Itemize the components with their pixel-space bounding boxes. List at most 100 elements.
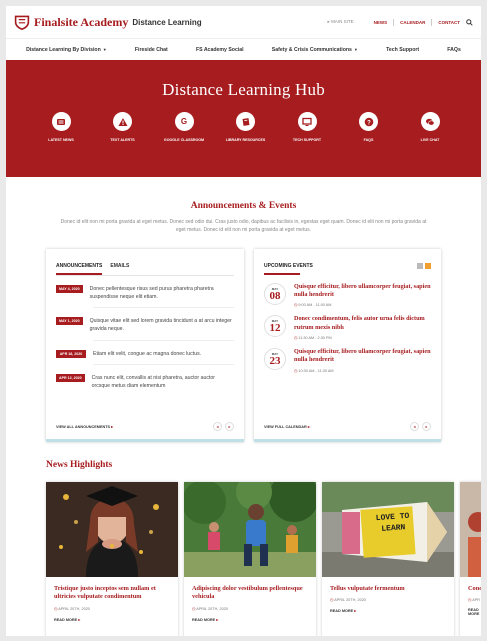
calendar-icon[interactable] [417,262,423,269]
svg-text:?: ? [367,120,371,126]
nav-item-fireside-chat[interactable]: Fireside Chat [135,47,168,53]
contact-link[interactable]: CONTACT [438,20,460,25]
news-card-title[interactable]: Cond [468,585,481,594]
brand-subtitle: Distance Learning [132,17,202,27]
shield-logo-icon [14,15,30,30]
chat-icon [420,112,440,131]
prev-arrow-icon[interactable]: ◂ [213,421,222,431]
news-card-date: ◷ APRIL 20TH, 2020 [192,606,308,611]
calendar-link[interactable]: CALENDAR [400,20,425,25]
quicklink-latest-news[interactable]: LATEST NEWS [36,112,86,142]
read-more-link[interactable]: READ MORE [468,608,481,616]
quicklink-label: GOOGLE CLASSROOM [163,138,205,142]
nav-label: FS Academy Social [195,46,244,53]
list-item[interactable]: MAY 4, 2020 Donec pellentesque risus sed… [46,284,244,302]
event-time: ◷ 10:30 AM - 11:30 AM [294,368,431,373]
news-card-title[interactable]: Adipiscing dolor vestibulum pellentesque… [192,585,308,602]
news-card[interactable]: Cond ◷ APR READ MORE [460,481,481,636]
quicklink-label: TEXT ALERTS [110,138,135,142]
nav-label: Distance Learning By Division [26,46,101,53]
quicklink-text-alerts[interactable]: TEXT ALERTS [98,112,148,142]
quicklink-library-resources[interactable]: LIBRARY RESOURCES [221,112,271,142]
list-item[interactable]: MAY 1, 2020 Quisque vitae elit sed lorem… [46,317,244,334]
link-label: VIEW FULL CALENDAR [264,424,307,429]
divider [56,274,234,276]
news-link[interactable]: NEWS [374,20,388,25]
announcement-text: Etiam elit velit, congue ac magna donec … [93,350,202,357]
question-icon: ? [359,112,378,131]
event-item[interactable]: MAY 12 Donec condimentum, felis autor ur… [254,315,441,340]
nav-item-tech-support[interactable]: Tech Support [386,47,419,53]
nav-item-safety[interactable]: Safety & Crisis Communications ▼ [272,47,358,53]
event-time-text: 9:00 AM - 11:00 AM [298,303,332,308]
monitor-icon [297,112,317,131]
section-title: Announcements & Events [190,201,297,211]
next-arrow-icon[interactable]: ▸ [225,421,234,431]
google-icon: G [174,112,194,131]
event-date: MAY 12 [264,315,286,338]
panel-footer: VIEW ALL ANNOUNCEMENTS ▸ ◂ ▸ [56,421,234,431]
quicklink-faqs[interactable]: ? FAQS [344,112,394,142]
news-date-text: APRIL 20TH, 2020 [334,598,366,602]
quicklink-live-chat[interactable]: LIVE CHAT [405,112,455,142]
event-day: 23 [269,354,281,367]
quicklink-google-classroom[interactable]: G GOOGLE CLASSROOM [159,112,209,142]
arrow-right-icon: ▸ [111,424,114,429]
event-item[interactable]: MAY 23 Quisque efficitur, libero ullamco… [254,347,441,373]
view-all-announcements-link[interactable]: VIEW ALL ANNOUNCEMENTS ▸ [56,424,113,429]
hero-banner: Distance Learning Hub LATEST NEWS TEXT A… [6,60,481,177]
prev-arrow-icon[interactable]: ◂ [410,421,419,431]
announcement-text: Donec pellentesque risus sed purus phare… [89,285,214,300]
read-more-link[interactable]: READ MORE ▸ [54,617,170,622]
list-item[interactable]: APR 12, 2020 Cras nunc elit, convallis a… [46,374,244,391]
news-card-date: ◷ APR [468,597,481,602]
quicklink-tech-support[interactable]: TECH SUPPORT [282,112,332,142]
news-image-partial [460,481,481,577]
main-site-label: MAIN SITE [331,19,354,24]
list-item[interactable]: APR 18, 2020 Etiam elit velit, congue ac… [46,349,244,358]
panel-footer: VIEW FULL CALENDAR ▸ ◂ ▸ [264,421,431,431]
main-site-link[interactable]: ▸ MAIN SITE [328,19,354,25]
alert-icon [113,112,132,131]
news-card[interactable]: Adipiscing dolor vestibulum pellentesque… [184,481,316,636]
event-title[interactable]: Quisque efficitur, libero ullamcorper fe… [294,283,431,300]
logo[interactable]: Finalsite Academy Distance Learning [14,14,202,30]
news-card[interactable]: LOVE TO LEARN Tellus vulputate fermentum… [322,481,454,636]
view-full-calendar-link[interactable]: VIEW FULL CALENDAR ▸ [264,424,310,429]
search-icon[interactable] [466,18,473,26]
news-date-text: APRIL 20TH, 2020 [196,606,228,611]
event-item[interactable]: MAY 08 Quisque efficitur, libero ullamco… [254,282,441,308]
announcements-header: Announcements & Events Donec id elit non… [6,201,481,235]
news-date-text: APR [472,598,480,602]
event-date: MAY 23 [264,347,286,370]
tab-announcements[interactable]: ANNOUNCEMENTS [56,263,103,275]
announcements-panel: ANNOUNCEMENTS EMAILS MAY 4, 2020 Donec p… [46,248,244,442]
nav-label: Tech Support [386,46,420,53]
nav-item-fs-academy-social[interactable]: FS Academy Social [196,47,244,53]
news-card-title[interactable]: Tellus vulputate fermentum [330,585,446,594]
next-arrow-icon[interactable]: ▸ [422,421,431,431]
link-label: READ MORE [468,608,480,616]
event-day: 12 [269,322,281,335]
tab-emails[interactable]: EMAILS [110,263,129,275]
date-badge: APR 12, 2020 [56,374,85,383]
news-cards: Tristique justo inceptos sem nullam et u… [46,481,481,636]
divider [93,307,234,309]
chevron-down-icon: ▼ [353,46,358,52]
rss-icon[interactable] [425,262,431,269]
divider [93,339,234,341]
events-panel: UPCOMING EVENTS MAY 08 Quisque efficitur… [254,248,441,442]
announcement-text: Cras nunc elit, convallis at nisi pharet… [91,375,215,390]
link-label: READ MORE [54,617,78,622]
events-title: UPCOMING EVENTS [264,262,313,269]
news-card-title[interactable]: Tristique justo inceptos sem nullam et u… [54,585,170,602]
event-title[interactable]: Donec condimentum, felis autor urna feli… [294,315,431,332]
read-more-link[interactable]: READ MORE ▸ [330,608,446,613]
card-body: Cond ◷ APR READ MORE [460,577,481,617]
news-card[interactable]: Tristique justo inceptos sem nullam et u… [46,481,178,636]
read-more-link[interactable]: READ MORE ▸ [192,617,308,622]
arrow-right-icon: ▸ [307,424,310,429]
event-title[interactable]: Quisque efficitur, libero ullamcorper fe… [294,348,431,365]
nav-item-distance-learning[interactable]: Distance Learning By Division ▼ [26,47,107,53]
nav-item-faqs[interactable]: FAQs [447,47,461,53]
